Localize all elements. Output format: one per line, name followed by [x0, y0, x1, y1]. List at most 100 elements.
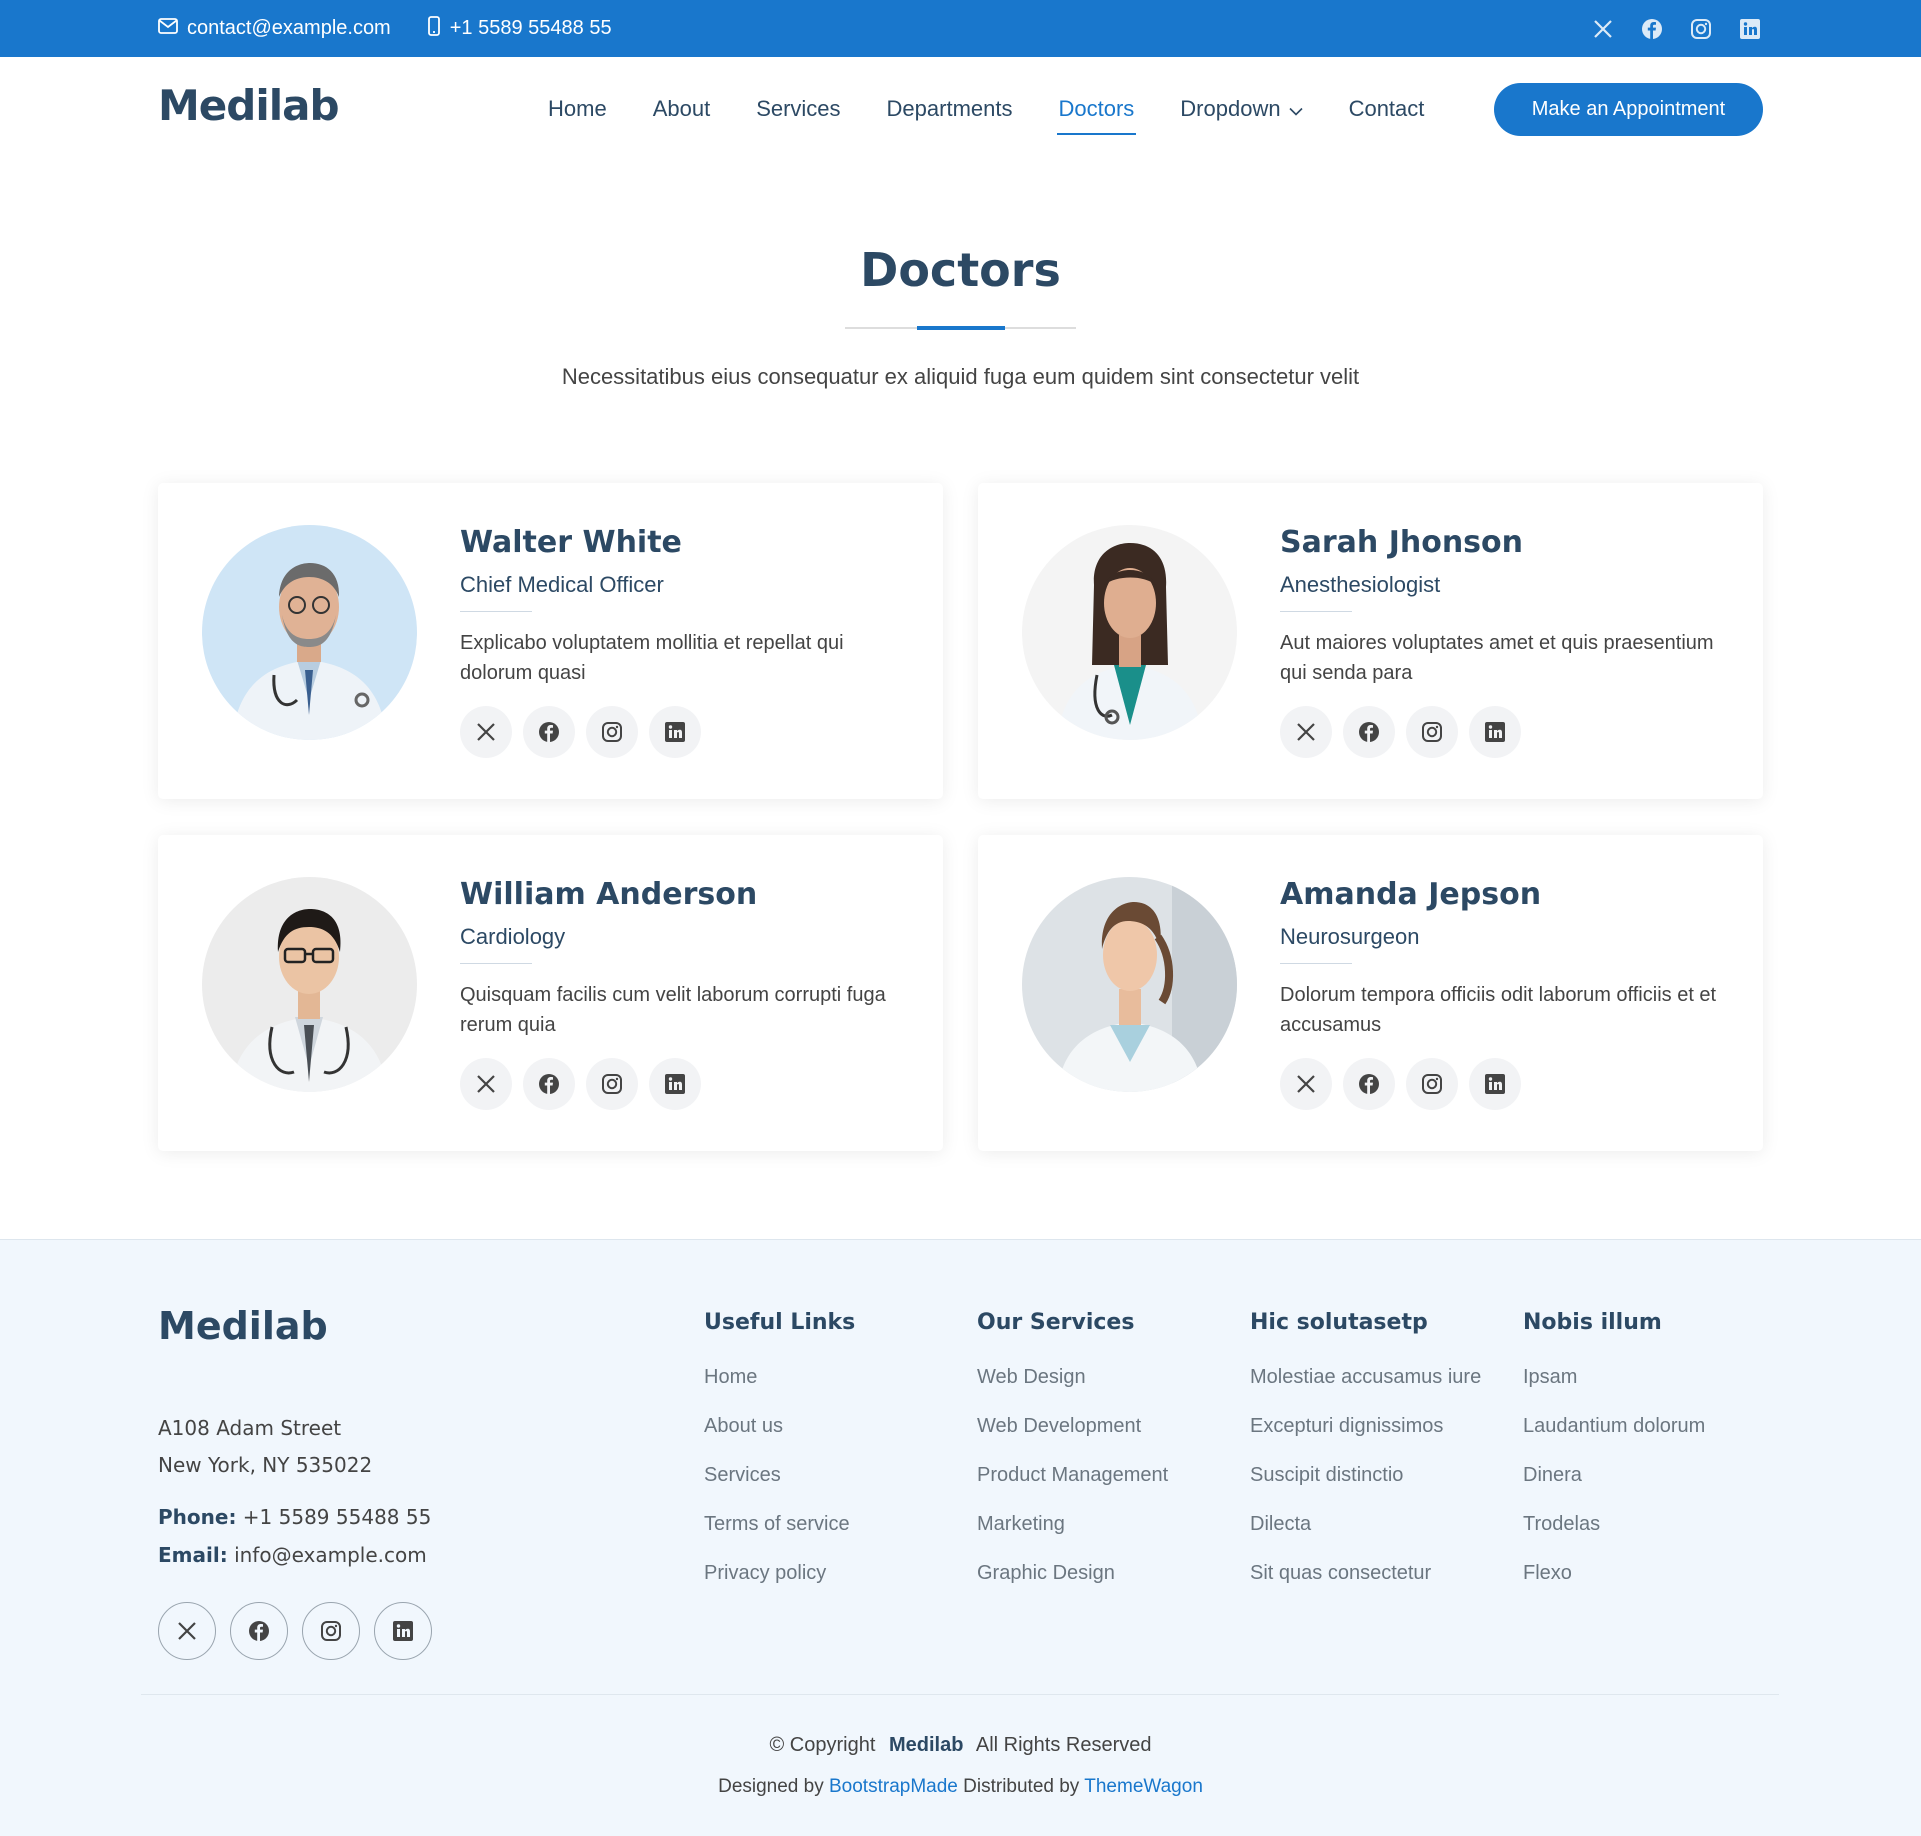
facebook-icon[interactable] — [1639, 16, 1665, 42]
footer-address: A108 Adam Street New York, NY 535022 — [158, 1410, 372, 1484]
divider — [460, 963, 532, 964]
copyright-brand: Medilab — [888, 1734, 964, 1756]
main-nav: Home About Services Departments Doctors … — [548, 57, 1470, 160]
instagram-icon[interactable] — [586, 1058, 638, 1110]
nav-doctors[interactable]: Doctors — [1056, 96, 1137, 135]
footer-column-our-services: Our Services Web Design Web Development … — [977, 1310, 1168, 1598]
footer-column-useful-links: Useful Links Home About us Services Term… — [704, 1310, 855, 1598]
nav-contact[interactable]: Contact — [1349, 96, 1425, 122]
divider — [1280, 963, 1352, 964]
footer-link[interactable]: Trodelas — [1523, 1500, 1705, 1549]
footer-link[interactable]: Dinera — [1523, 1451, 1705, 1500]
doctor-card: William Anderson Cardiology Quisquam fac… — [158, 835, 943, 1151]
footer-link[interactable]: Flexo — [1523, 1549, 1705, 1598]
nav-about[interactable]: About — [653, 96, 711, 122]
doctor-social-links — [460, 1058, 712, 1110]
x-icon[interactable] — [1280, 1058, 1332, 1110]
footer-logo[interactable]: Medilab — [158, 1304, 328, 1348]
linkedin-icon[interactable] — [649, 1058, 701, 1110]
copyright-prefix: © Copyright — [769, 1734, 876, 1756]
footer-link[interactable]: Dilecta — [1250, 1500, 1481, 1549]
footer-link[interactable]: Privacy policy — [704, 1549, 855, 1598]
facebook-icon[interactable] — [1343, 1058, 1395, 1110]
address-line: New York, NY 535022 — [158, 1453, 373, 1477]
site-header: Medilab Home About Services Departments … — [0, 57, 1921, 160]
copyright: © Copyright Medilab All Rights Reserved — [0, 1734, 1921, 1757]
doctor-photo — [1022, 877, 1237, 1092]
footer-link[interactable]: Services — [704, 1451, 855, 1500]
footer-link[interactable]: Marketing — [977, 1500, 1168, 1549]
x-icon[interactable] — [1280, 706, 1332, 758]
footer-link[interactable]: About us — [704, 1402, 855, 1451]
copyright-suffix: All Rights Reserved — [975, 1734, 1152, 1756]
top-bar: contact@example.com +1 5589 55488 55 — [0, 0, 1921, 57]
footer-link[interactable]: Molestiae accusamus iure — [1250, 1353, 1481, 1402]
doctor-role: Chief Medical Officer — [460, 572, 664, 597]
linkedin-icon[interactable] — [649, 706, 701, 758]
footer-link[interactable]: Ipsam — [1523, 1353, 1705, 1402]
footer-link[interactable]: Graphic Design — [977, 1549, 1168, 1598]
topbar-phone[interactable]: +1 5589 55488 55 — [427, 15, 612, 42]
doctor-role: Neurosurgeon — [1280, 924, 1420, 949]
designed-by-label: Designed by — [718, 1776, 824, 1797]
doctor-social-links — [460, 706, 712, 758]
footer-phone: Phone: +1 5589 55488 55 — [158, 1498, 431, 1536]
doctor-description: Explicabo voluptatem mollitia et repella… — [460, 632, 844, 684]
topbar-email-text: contact@example.com — [187, 17, 391, 39]
doctor-photo — [202, 525, 417, 740]
doctor-social-links — [1280, 1058, 1532, 1110]
nav-services[interactable]: Services — [756, 96, 840, 122]
footer-column-title: Useful Links — [704, 1310, 856, 1335]
facebook-icon[interactable] — [1343, 706, 1395, 758]
footer-link[interactable]: Sit quas consectetur — [1250, 1549, 1481, 1598]
footer-link[interactable]: Suscipit distinctio — [1250, 1451, 1481, 1500]
doctor-role: Anesthesiologist — [1280, 572, 1441, 597]
instagram-icon[interactable] — [1688, 16, 1714, 42]
footer-link[interactable]: Web Design — [977, 1353, 1168, 1402]
facebook-icon[interactable] — [523, 706, 575, 758]
x-icon[interactable] — [460, 1058, 512, 1110]
doctor-card: Walter White Chief Medical Officer Expli… — [158, 483, 943, 799]
footer-column-title: Our Services — [977, 1310, 1135, 1335]
distributor-link[interactable]: ThemeWagon — [1084, 1776, 1203, 1797]
make-appointment-button[interactable]: Make an Appointment — [1494, 83, 1763, 136]
footer-link[interactable]: Home — [704, 1353, 855, 1402]
instagram-icon[interactable] — [1406, 1058, 1458, 1110]
email-value: info@example.com — [234, 1543, 427, 1567]
instagram-icon[interactable] — [302, 1602, 360, 1660]
nav-departments[interactable]: Departments — [887, 96, 1013, 122]
linkedin-icon[interactable] — [1469, 1058, 1521, 1110]
doctor-description: Dolorum tempora officiis odit laborum of… — [1280, 984, 1717, 1036]
linkedin-icon[interactable] — [374, 1602, 432, 1660]
facebook-icon[interactable] — [230, 1602, 288, 1660]
nav-dropdown[interactable]: Dropdown — [1180, 95, 1303, 122]
footer-link[interactable]: Web Development — [977, 1402, 1168, 1451]
linkedin-icon[interactable] — [1469, 706, 1521, 758]
footer-link[interactable]: Product Management — [977, 1451, 1168, 1500]
distributed-by-label: Distributed by — [963, 1776, 1080, 1797]
footer-column-hic-solutasetp: Hic solutasetp Molestiae accusamus iure … — [1250, 1310, 1481, 1598]
topbar-social-links — [1567, 16, 1763, 42]
instagram-icon[interactable] — [586, 706, 638, 758]
email-label: Email: — [158, 1543, 228, 1567]
nav-dropdown-label: Dropdown — [1180, 95, 1281, 121]
nav-home[interactable]: Home — [548, 96, 607, 122]
x-icon[interactable] — [1590, 16, 1616, 42]
x-icon[interactable] — [460, 706, 512, 758]
footer-link[interactable]: Terms of service — [704, 1500, 855, 1549]
x-icon[interactable] — [158, 1602, 216, 1660]
phone-icon — [427, 15, 450, 42]
footer-link[interactable]: Excepturi dignissimos — [1250, 1402, 1481, 1451]
designer-link[interactable]: BootstrapMade — [829, 1776, 958, 1797]
doctor-name: Amanda Jepson — [1280, 877, 1542, 912]
linkedin-icon[interactable] — [1737, 16, 1763, 42]
footer-email: Email: info@example.com — [158, 1536, 431, 1574]
footer-link[interactable]: Laudantium dolorum — [1523, 1402, 1705, 1451]
site-logo[interactable]: Medilab — [158, 81, 340, 130]
instagram-icon[interactable] — [1406, 706, 1458, 758]
facebook-icon[interactable] — [523, 1058, 575, 1110]
doctor-photo — [1022, 525, 1237, 740]
doctor-social-links — [1280, 706, 1532, 758]
topbar-email[interactable]: contact@example.com — [158, 17, 391, 40]
doctor-card: Amanda Jepson Neurosurgeon Dolorum tempo… — [978, 835, 1763, 1151]
